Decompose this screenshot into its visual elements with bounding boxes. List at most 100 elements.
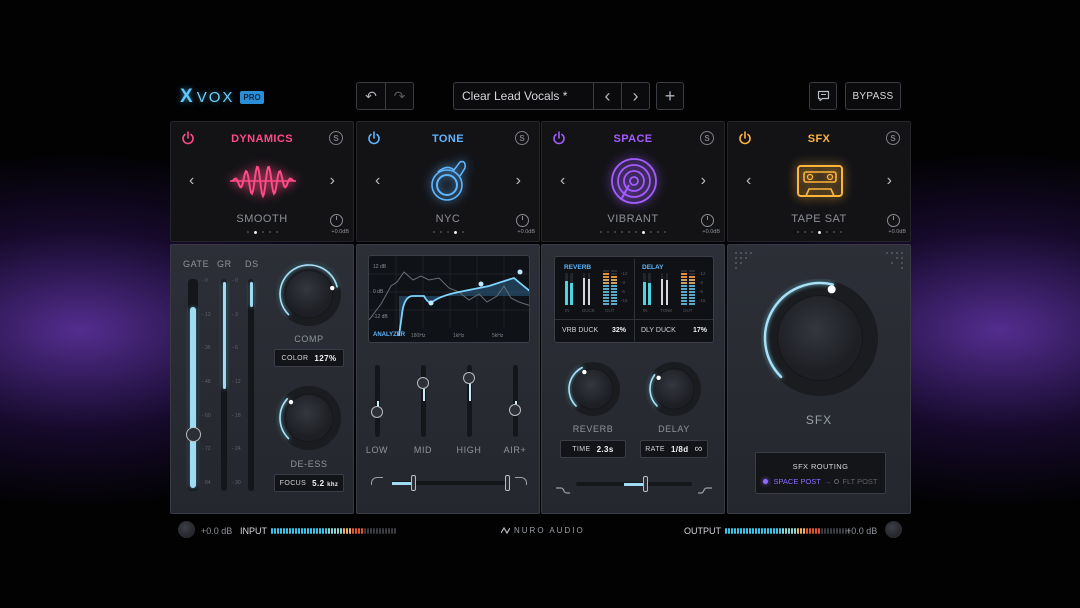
preset-page-dot[interactable] xyxy=(275,231,278,233)
preset-page-dot[interactable] xyxy=(446,231,449,233)
add-preset-button[interactable]: + xyxy=(656,82,684,110)
routing-flt-post[interactable]: FLT POST xyxy=(842,477,877,486)
range-high-handle[interactable] xyxy=(505,475,510,491)
preset-next-arrow[interactable]: › xyxy=(516,172,521,190)
eq-node[interactable] xyxy=(517,269,523,275)
focus-value-field[interactable]: FOCUS 5.2 khz xyxy=(274,474,344,492)
tone-range-slider[interactable] xyxy=(392,481,510,485)
out-meter-segment xyxy=(681,276,687,278)
sfx-knob[interactable] xyxy=(761,279,879,397)
eq-node[interactable] xyxy=(478,281,484,287)
preset-next-arrow[interactable]: › xyxy=(887,172,892,190)
preset-page-dot[interactable] xyxy=(803,231,806,233)
reverb-time-field[interactable]: TIME 2.3s xyxy=(560,440,626,458)
delay-rate-field[interactable]: RATE 1/8d ∞ xyxy=(640,440,708,458)
preset-page-dot[interactable] xyxy=(607,231,609,233)
eq-node[interactable] xyxy=(428,300,434,306)
preset-prev-arrow[interactable]: ‹ xyxy=(189,172,194,190)
level-meter-segment xyxy=(734,528,736,534)
tone-band-slider-mid[interactable] xyxy=(421,365,426,437)
preset-page-dot[interactable] xyxy=(642,230,645,234)
preset-prev-arrow[interactable]: ‹ xyxy=(560,172,565,190)
vrb-duck-value[interactable]: 32% xyxy=(612,327,626,334)
preset-prev-arrow[interactable]: ‹ xyxy=(375,172,380,190)
eq-analyzer[interactable]: 12 dB 0 dB -12 dB ANALYZER 180Hz 1kHz 5k… xyxy=(368,255,530,343)
delay-knob[interactable] xyxy=(646,361,702,417)
level-meter-segment xyxy=(313,528,315,534)
preset-page-dot[interactable] xyxy=(628,231,630,233)
preset-page-dot[interactable] xyxy=(261,231,264,233)
range-low-handle[interactable] xyxy=(410,475,416,491)
module-gain-knob[interactable] xyxy=(516,214,529,227)
module-gain-knob[interactable] xyxy=(330,214,343,227)
vrb-duck-label: VRB DUCK xyxy=(562,327,599,334)
preset-page-dot[interactable] xyxy=(453,230,457,234)
solo-icon[interactable]: S xyxy=(329,131,343,145)
redo-button[interactable]: ↷ xyxy=(385,83,413,109)
preset-next-button[interactable]: › xyxy=(621,83,649,109)
preset-page-dot[interactable] xyxy=(796,231,799,233)
color-value-field[interactable]: COLOR 127% xyxy=(274,349,344,367)
preset-page-dot[interactable] xyxy=(268,231,271,233)
preset-page-dot[interactable] xyxy=(825,231,828,233)
preset-next-arrow[interactable]: › xyxy=(701,172,706,190)
band-handle[interactable] xyxy=(463,371,475,384)
routing-space-post[interactable]: SPACE POST xyxy=(773,477,820,486)
preset-next-arrow[interactable]: › xyxy=(330,172,335,190)
input-gain-knob[interactable] xyxy=(178,521,195,538)
band-handle[interactable] xyxy=(417,377,429,389)
band-handle[interactable] xyxy=(371,405,383,418)
preset-page-dot[interactable] xyxy=(650,231,652,233)
dly-duck-value[interactable]: 17% xyxy=(693,327,707,334)
solo-icon[interactable]: S xyxy=(886,131,900,145)
preset-page-dot[interactable] xyxy=(439,231,442,233)
space-mix-slider[interactable] xyxy=(576,482,692,486)
level-meter-segment xyxy=(367,528,369,534)
preset-page-dot[interactable] xyxy=(432,231,435,233)
undo-button[interactable]: ↶ xyxy=(357,83,385,109)
solo-icon[interactable]: S xyxy=(515,131,529,145)
preset-page-dot[interactable] xyxy=(832,231,835,233)
preset-page-dot[interactable] xyxy=(246,231,249,233)
deess-knob[interactable] xyxy=(276,385,342,451)
output-gain-knob[interactable] xyxy=(885,521,902,538)
solo-icon[interactable]: S xyxy=(700,131,714,145)
level-meter-segment xyxy=(358,528,360,534)
link-icon[interactable]: ∞ xyxy=(695,443,703,455)
module-preset-name: VIBRANT xyxy=(607,213,659,225)
preset-page-dot[interactable] xyxy=(839,231,842,233)
gr-meter xyxy=(221,279,227,491)
preset-page-dot[interactable] xyxy=(600,231,602,233)
preset-page-dot[interactable] xyxy=(657,231,659,233)
space-mix-handle[interactable] xyxy=(643,476,649,492)
out-meter-segment xyxy=(689,288,695,290)
band-handle[interactable] xyxy=(509,403,521,416)
reverb-knob[interactable] xyxy=(565,361,621,417)
highshelf-icon xyxy=(698,481,712,494)
preset-name-field[interactable]: Clear Lead Vocals * xyxy=(454,83,593,109)
preset-page-dot[interactable] xyxy=(253,230,257,234)
preset-prev-button[interactable]: ‹ xyxy=(593,83,621,109)
comp-knob[interactable] xyxy=(276,261,342,327)
module-gain-knob[interactable] xyxy=(887,214,900,227)
preset-page-dot[interactable] xyxy=(461,231,464,233)
preset-page-dot[interactable] xyxy=(817,230,821,234)
space-mini-meter xyxy=(661,273,663,305)
out-meter-segment xyxy=(689,279,695,281)
gate-threshold-handle[interactable] xyxy=(186,427,201,443)
feedback-button[interactable] xyxy=(809,82,837,110)
preset-page-dot[interactable] xyxy=(635,231,637,233)
analyzer-toggle[interactable]: ANALYZER xyxy=(373,332,405,338)
module-gain-knob[interactable] xyxy=(701,214,714,227)
module-gain-value: +0.0dB xyxy=(702,229,720,235)
out-meter-segment xyxy=(603,294,609,296)
level-meter-segment xyxy=(337,528,339,534)
preset-page-dot[interactable] xyxy=(664,231,666,233)
preset-page-dot[interactable] xyxy=(810,231,813,233)
preset-page-dot[interactable] xyxy=(621,231,623,233)
preset-page-dot[interactable] xyxy=(614,231,616,233)
bypass-button[interactable]: BYPASS xyxy=(845,82,901,110)
module-preset-name: NYC xyxy=(435,213,461,225)
gate-slider[interactable] xyxy=(188,279,198,491)
preset-prev-arrow[interactable]: ‹ xyxy=(746,172,751,190)
